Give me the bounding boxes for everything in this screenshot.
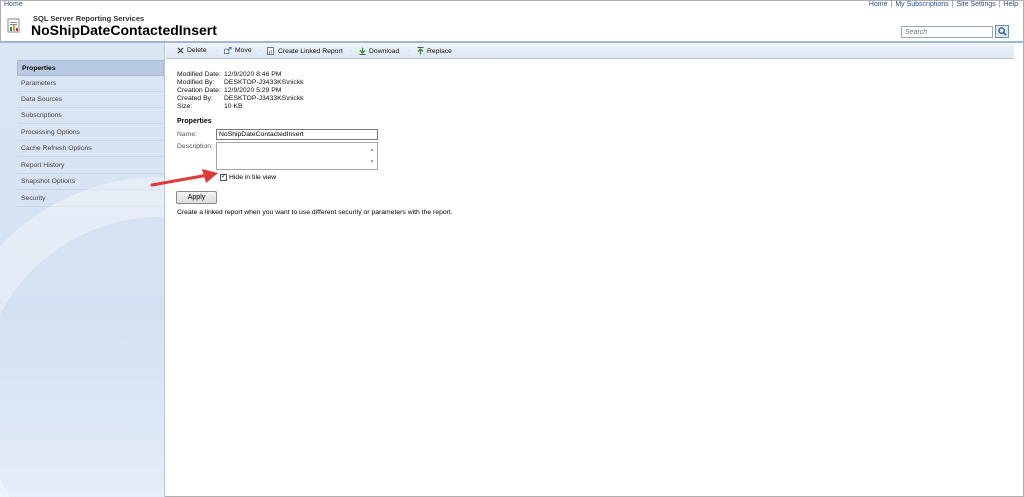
my-subscriptions-link[interactable]: My Subscriptions bbox=[895, 1, 948, 8]
scroll-up-icon[interactable]: ▲ bbox=[368, 144, 376, 156]
site-settings-link[interactable]: Site Settings bbox=[956, 1, 995, 8]
size-row: Size: 10 KB bbox=[177, 103, 243, 110]
replace-button[interactable]: Replace bbox=[417, 47, 452, 55]
sidebar-item-properties[interactable]: Properties bbox=[17, 60, 164, 76]
created-by-label: Created By: bbox=[177, 95, 213, 102]
sidebar: Properties Parameters Data Sources Subsc… bbox=[0, 43, 165, 497]
page-title: NoShipDateContactedInsert bbox=[31, 22, 217, 38]
sidebar-item-cache-refresh-options[interactable]: Cache Refresh Options bbox=[17, 141, 164, 157]
modified-date-value: 12/9/2020 8:46 PM bbox=[224, 71, 282, 78]
page-header: SQL Server Reporting Services NoShipDate… bbox=[0, 11, 1024, 41]
search-input[interactable] bbox=[901, 26, 993, 38]
properties-section-title: Properties bbox=[177, 118, 212, 125]
delete-button[interactable]: Delete bbox=[177, 47, 207, 54]
top-bar: Home Home | My Subscriptions | Site Settings… bbox=[0, 0, 1024, 11]
sidebar-item-snapshot-options[interactable]: Snapshot Options bbox=[17, 174, 164, 190]
delete-label: Delete bbox=[187, 47, 207, 54]
annotation-arrow-icon bbox=[150, 169, 218, 187]
modified-date-label: Modified Date: bbox=[177, 71, 221, 78]
created-by-value: DESKTOP-J3433KS\nickk bbox=[224, 95, 304, 102]
sidebar-item-subscriptions[interactable]: Subscriptions bbox=[17, 108, 164, 124]
created-by-row: Created By: DESKTOP-J3433KS\nickk bbox=[177, 95, 304, 102]
linked-report-icon bbox=[267, 47, 274, 55]
help-link[interactable]: Help bbox=[1004, 1, 1018, 8]
sidebar-item-data-sources[interactable]: Data Sources bbox=[17, 92, 164, 108]
link-separator: | bbox=[998, 1, 1001, 8]
sidebar-item-security[interactable]: Security bbox=[17, 191, 164, 207]
hide-in-tile-view-checkbox[interactable]: ✓ Hide in tile view bbox=[220, 174, 276, 181]
move-icon bbox=[224, 47, 232, 54]
download-label: Download bbox=[369, 47, 400, 55]
home-link-right[interactable]: Home bbox=[869, 1, 888, 8]
move-button[interactable]: Move bbox=[224, 47, 252, 54]
sidebar-item-parameters[interactable]: Parameters bbox=[17, 76, 164, 92]
global-links: Home | My Subscriptions | Site Settings | Help bbox=[869, 1, 1018, 8]
name-field[interactable] bbox=[216, 129, 378, 140]
main-content: Modified Date: 12/9/2020 8:46 PM Modified… bbox=[166, 60, 1014, 497]
modified-date-row: Modified Date: 12/9/2020 8:46 PM bbox=[177, 71, 281, 78]
delete-icon bbox=[177, 47, 184, 54]
move-label: Move bbox=[235, 47, 252, 54]
size-value: 10 KB bbox=[224, 103, 243, 110]
description-label: Description: bbox=[177, 143, 213, 150]
download-button[interactable]: Download bbox=[359, 47, 399, 55]
create-linked-report-button[interactable]: Create Linked Report bbox=[267, 47, 343, 55]
download-icon bbox=[359, 47, 366, 55]
apply-button[interactable]: Apply bbox=[176, 191, 217, 204]
toolbar: Delete · Move · Create Linked Report · D… bbox=[166, 43, 1014, 59]
sidebar-item-report-history[interactable]: Report History bbox=[17, 158, 164, 174]
modified-by-label: Modified By: bbox=[177, 79, 215, 86]
description-field[interactable]: ▲ ▼ bbox=[216, 142, 378, 170]
creation-date-label: Creation Date: bbox=[177, 87, 221, 94]
modified-by-value: DESKTOP-J3433KS\nickk bbox=[224, 79, 304, 86]
linked-report-help-text: Create a linked report when you want to … bbox=[177, 209, 453, 216]
replace-label: Replace bbox=[427, 47, 452, 55]
creation-date-row: Creation Date: 12/9/2020 5:29 PM bbox=[177, 87, 281, 94]
hide-in-tile-view-label: Hide in tile view bbox=[229, 174, 277, 181]
sidebar-item-processing-options[interactable]: Processing Options bbox=[17, 125, 164, 141]
toolbar-separator: · bbox=[259, 48, 261, 54]
search-button[interactable] bbox=[995, 25, 1009, 38]
size-label: Size: bbox=[177, 103, 193, 110]
creation-date-value: 12/9/2020 5:29 PM bbox=[224, 87, 282, 94]
toolbar-separator: · bbox=[350, 48, 352, 54]
create-linked-report-label: Create Linked Report bbox=[278, 47, 343, 55]
report-icon bbox=[7, 18, 20, 33]
search-icon bbox=[997, 27, 1007, 36]
description-scrollbar[interactable]: ▲ ▼ bbox=[368, 144, 376, 168]
toolbar-separator: · bbox=[216, 48, 218, 54]
modified-by-row: Modified By: DESKTOP-J3433KS\nickk bbox=[177, 79, 304, 86]
replace-icon bbox=[417, 47, 424, 55]
scroll-down-icon[interactable]: ▼ bbox=[368, 156, 376, 168]
home-link[interactable]: Home bbox=[4, 1, 23, 8]
toolbar-separator: · bbox=[408, 48, 410, 54]
name-label: Name: bbox=[177, 131, 198, 138]
